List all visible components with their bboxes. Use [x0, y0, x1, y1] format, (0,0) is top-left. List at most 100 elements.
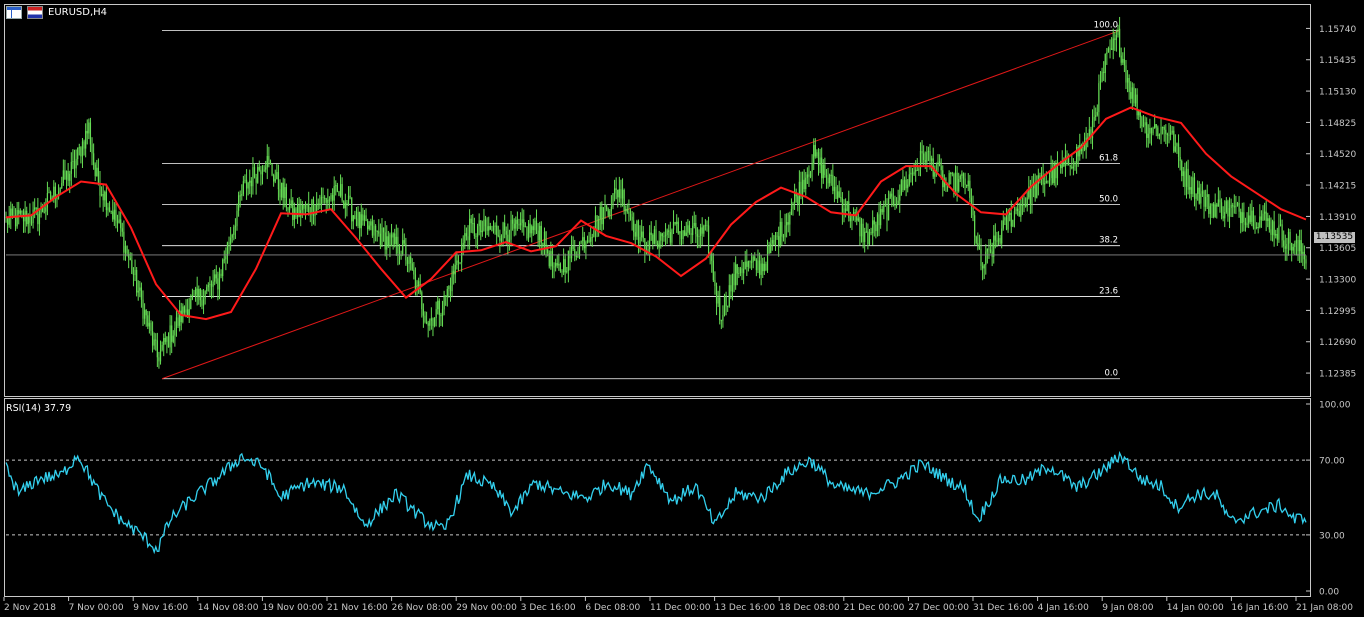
- candle-body: [1029, 186, 1031, 205]
- candle-body: [556, 263, 558, 266]
- candle-body: [1295, 239, 1298, 244]
- candle-body: [169, 325, 171, 348]
- candle-body: [1187, 168, 1189, 190]
- candle-body: [781, 221, 783, 237]
- candle-body: [1246, 223, 1248, 225]
- candle-body: [258, 167, 260, 170]
- candle-body: [843, 208, 845, 213]
- candle-body: [586, 240, 589, 242]
- candle-body: [1217, 199, 1219, 207]
- candle-body: [601, 207, 603, 225]
- candle-body: [351, 197, 353, 222]
- candle-body: [61, 183, 63, 189]
- candle-body: [569, 250, 571, 259]
- candle-body: [34, 207, 36, 210]
- candle-body: [223, 259, 225, 261]
- fibonacci-retracement[interactable]: 100.0 61.8 50.0 38.2 23.6 0.0: [161, 20, 1121, 380]
- candle-body: [486, 226, 488, 231]
- candle-body: [931, 158, 933, 161]
- candle-body: [155, 339, 157, 341]
- candle-body: [736, 264, 738, 274]
- candle-body: [696, 234, 699, 237]
- candle-body: [609, 210, 611, 216]
- candle-body: [950, 173, 952, 175]
- candle-body: [1273, 221, 1275, 236]
- time-tick-label: 26 Nov 08:00: [392, 603, 453, 613]
- candle-body: [459, 262, 461, 264]
- candle-body: [390, 234, 393, 238]
- price-tick-label: 1.15435: [1319, 56, 1356, 66]
- candle-body: [505, 230, 507, 235]
- candle-body: [1045, 180, 1047, 183]
- candle-body: [832, 174, 834, 191]
- candle-body: [867, 231, 869, 245]
- candle-body: [1166, 133, 1168, 136]
- candle-body: [558, 263, 560, 266]
- candle-body: [502, 222, 504, 239]
- candle-body: [996, 240, 998, 242]
- candle-body: [526, 226, 528, 239]
- candle-body: [427, 323, 429, 326]
- candle-body: [171, 325, 173, 342]
- candlestick-series: [5, 16, 1307, 369]
- candle-body: [126, 246, 128, 254]
- candle-body: [1048, 178, 1051, 181]
- candle-body: [1256, 227, 1258, 229]
- candle-body: [757, 260, 759, 271]
- candle-body: [492, 225, 495, 231]
- candle-body: [916, 169, 918, 171]
- candle-body: [384, 232, 386, 250]
- time-tick-label: 9 Nov 16:00: [133, 603, 188, 613]
- candle-body: [287, 207, 289, 211]
- chart-window-icon: [6, 6, 22, 19]
- candle-body: [1017, 208, 1019, 211]
- candle-body: [575, 255, 577, 257]
- candle-body: [166, 336, 168, 342]
- candle-body: [53, 186, 55, 198]
- candle-body: [1144, 122, 1146, 126]
- candle-body: [1069, 165, 1071, 167]
- candle-body: [794, 194, 796, 203]
- candle-body: [1079, 145, 1081, 157]
- candle-body: [1064, 155, 1067, 167]
- candle-body: [880, 208, 882, 226]
- current-price-tag: 1.13535: [1314, 232, 1355, 243]
- candle-body: [456, 260, 458, 265]
- candle-body: [1093, 116, 1095, 122]
- candle-body: [1071, 166, 1073, 169]
- candle-body: [100, 194, 103, 196]
- candle-body: [1103, 71, 1105, 73]
- candle-body: [1013, 211, 1016, 220]
- candle-body: [177, 317, 179, 326]
- candle-body: [504, 222, 506, 231]
- candle-body: [1212, 203, 1215, 217]
- candle-body: [389, 234, 391, 246]
- candle-body: [269, 160, 272, 165]
- time-axis: 2 Nov 2018 7 Nov 00:00 9 Nov 16:00 14 Nov 0…: [3, 597, 1353, 613]
- candle-body: [727, 306, 729, 308]
- candle-body: [1228, 208, 1231, 217]
- time-tick-label: 3 Dec 16:00: [521, 603, 576, 613]
- candle-body: [784, 225, 786, 237]
- candle-body: [672, 221, 675, 230]
- candle-body: [408, 256, 410, 264]
- candle-body: [497, 235, 499, 237]
- candle-body: [1225, 201, 1227, 213]
- chart-title-bar[interactable]: EURUSD,H4: [6, 6, 107, 19]
- candle-body: [209, 283, 211, 285]
- candle-body: [215, 274, 217, 279]
- candle-body: [137, 290, 139, 293]
- candle-body: [327, 200, 329, 203]
- chart-canvas[interactable]: 1.15740 1.15435 1.15130 1.14825 1.14520 1.142…: [0, 0, 1364, 617]
- candle-body: [180, 310, 182, 323]
- candle-body: [1015, 208, 1017, 212]
- candle-body: [265, 167, 267, 170]
- candle-body: [228, 242, 230, 244]
- candle-body: [1163, 127, 1165, 130]
- candle-body: [951, 173, 953, 175]
- time-tick-label: 19 Nov 00:00: [262, 603, 323, 613]
- candle-body: [1220, 202, 1223, 217]
- candle-body: [159, 350, 162, 362]
- candle-body: [577, 255, 579, 257]
- candle-body: [161, 345, 163, 351]
